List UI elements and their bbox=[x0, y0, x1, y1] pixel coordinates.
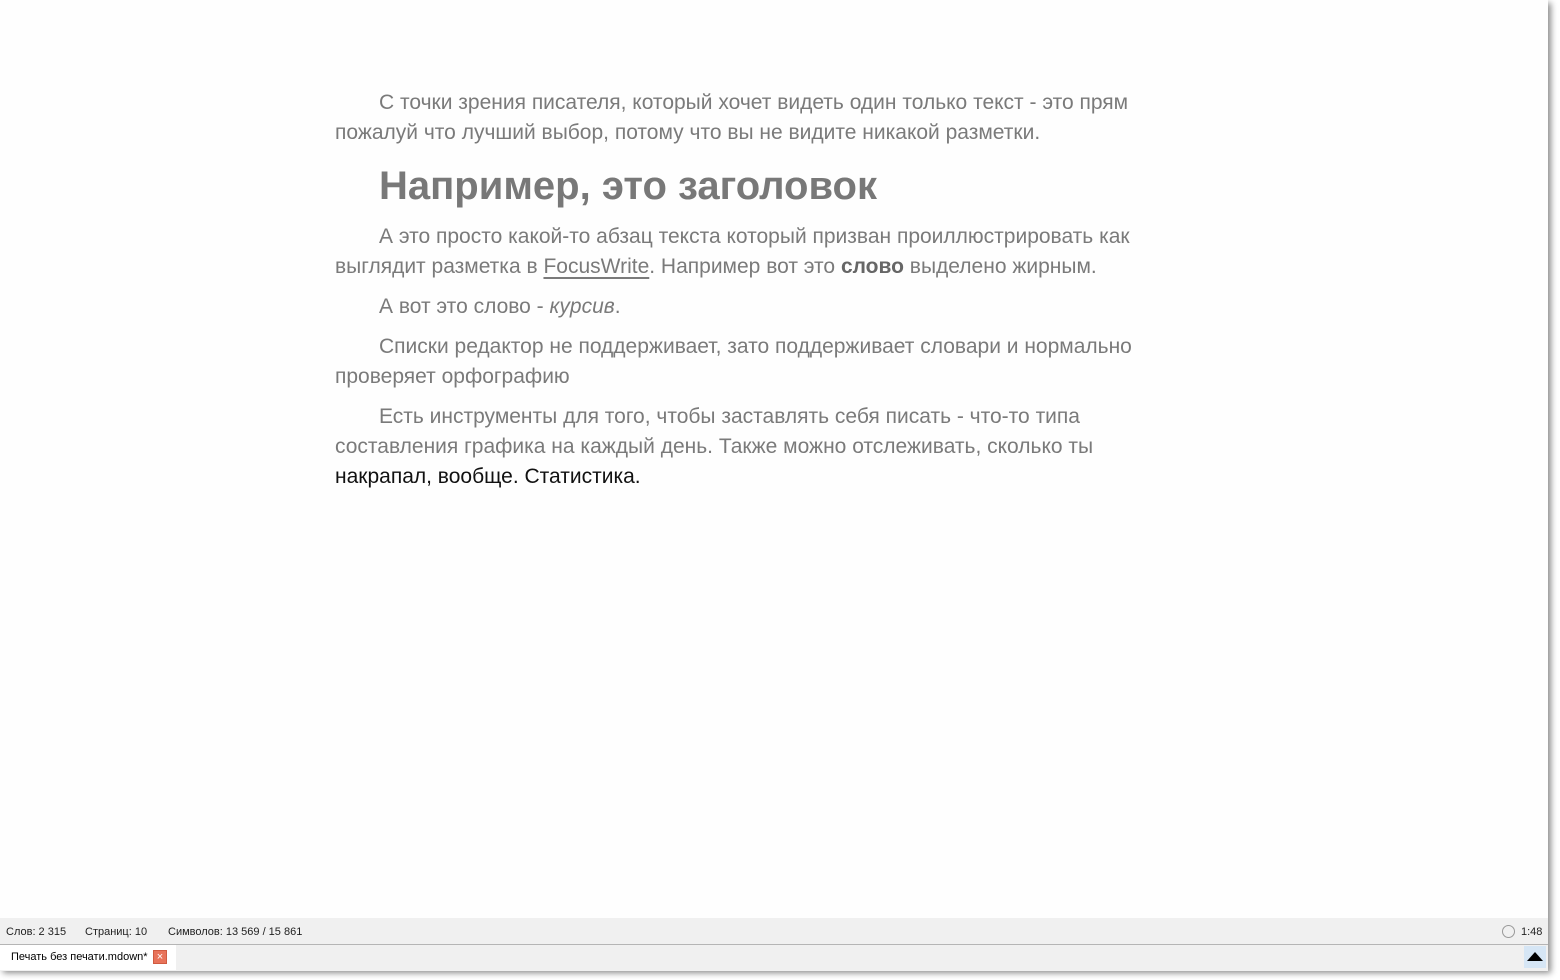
heading: Например, это заголовок bbox=[335, 158, 1235, 214]
text-line: Есть инструменты для того, чтобы заставл… bbox=[335, 402, 1235, 432]
session-time: 1:48 bbox=[1521, 926, 1542, 938]
text: . bbox=[615, 295, 621, 318]
text: А вот это слово - bbox=[379, 295, 550, 318]
paragraph: А вот это слово - курсив. bbox=[335, 292, 1235, 322]
document-body[interactable]: С точки зрения писателя, который хочет в… bbox=[335, 88, 1235, 502]
text-line: Списки редактор не поддерживает, зато по… bbox=[335, 332, 1235, 362]
text: выделено жирным. bbox=[904, 255, 1097, 278]
status-bar: Слов: 2 315 Страниц: 10 Символов: 13 569… bbox=[0, 918, 1548, 944]
text-line: А это просто какой-то абзац текста котор… bbox=[335, 222, 1235, 252]
misspelled-link[interactable]: FocusWrite bbox=[543, 255, 649, 278]
paragraph: А это просто какой-то абзац текста котор… bbox=[335, 222, 1235, 282]
paragraph: Есть инструменты для того, чтобы заставл… bbox=[335, 402, 1235, 492]
char-count: Символов: 13 569 / 15 861 bbox=[168, 926, 302, 938]
italic-text: курсив bbox=[550, 295, 615, 318]
text-line: проверяет орфографию bbox=[335, 362, 1235, 392]
tab-document[interactable]: Печать без печати.mdown* × bbox=[0, 945, 176, 970]
tab-bar: Печать без печати.mdown* × bbox=[0, 944, 1548, 971]
tab-label: Печать без печати.mdown* bbox=[11, 951, 148, 963]
paragraph: С точки зрения писателя, который хочет в… bbox=[335, 88, 1235, 148]
text-line: пожалуй что лучший выбор, потому что вы … bbox=[335, 118, 1235, 148]
page-count: Страниц: 10 bbox=[85, 926, 147, 938]
text: выглядит разметка в bbox=[335, 255, 543, 278]
current-text-line: накрапал, вообще. Статистика. bbox=[335, 462, 1235, 492]
paragraph: Списки редактор не поддерживает, зато по… bbox=[335, 332, 1235, 392]
word-count: Слов: 2 315 bbox=[6, 926, 66, 938]
text-line: А вот это слово - курсив. bbox=[335, 292, 1235, 322]
editor-window: С точки зрения писателя, который хочет в… bbox=[0, 0, 1548, 970]
toggle-panel-button[interactable] bbox=[1524, 946, 1546, 968]
text-line: выглядит разметка в FocusWrite. Например… bbox=[335, 252, 1235, 282]
clock-icon bbox=[1502, 925, 1515, 938]
close-tab-icon[interactable]: × bbox=[153, 950, 167, 964]
text: . Например вот это bbox=[649, 255, 841, 278]
text-line: составления графика на каждый день. Такж… bbox=[335, 432, 1235, 462]
bold-text: слово bbox=[841, 255, 904, 278]
text-line: С точки зрения писателя, который хочет в… bbox=[335, 88, 1235, 118]
